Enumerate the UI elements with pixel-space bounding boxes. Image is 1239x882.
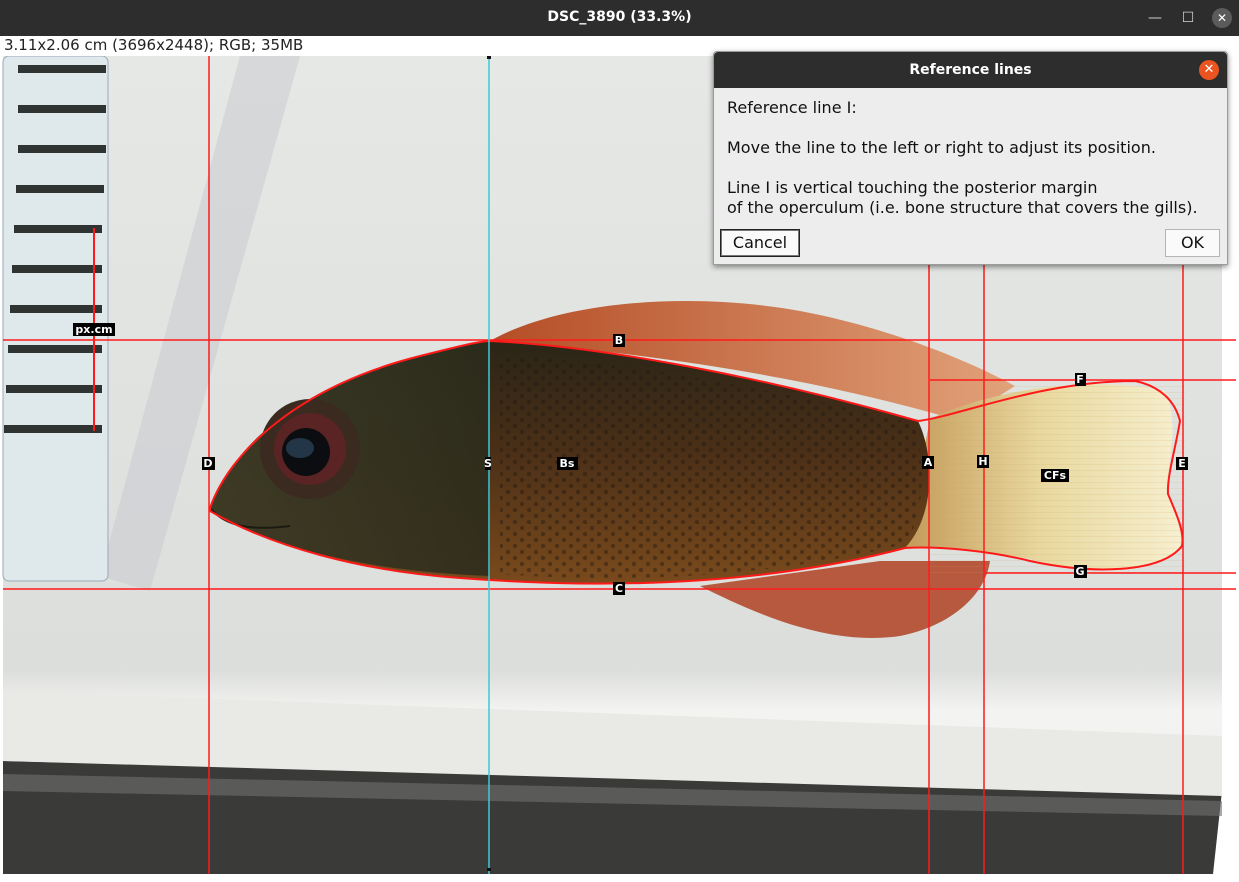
dialog-body: Reference line I: Move the line to the l…	[714, 88, 1227, 218]
dialog-title-bar: Reference lines ✕	[714, 52, 1227, 88]
svg-text:A: A	[924, 456, 933, 469]
landmark-B: B	[613, 334, 625, 347]
svg-text:D: D	[203, 457, 212, 470]
landmark-F: F	[1075, 373, 1086, 386]
svg-text:F: F	[1076, 373, 1084, 386]
svg-text:px.cm: px.cm	[75, 323, 112, 336]
dialog-heading: Reference line I:	[727, 98, 857, 117]
landmark-S: S	[484, 457, 492, 470]
dialog-description-2: of the operculum (i.e. bone structure th…	[727, 198, 1198, 217]
line-I-handle-bottom[interactable]	[487, 868, 491, 871]
dialog-instruction: Move the line to the left or right to ad…	[727, 138, 1156, 157]
minimize-button[interactable]: —	[1145, 8, 1165, 28]
ok-button[interactable]: OK	[1165, 229, 1220, 257]
cancel-button[interactable]: Cancel	[720, 229, 800, 257]
reference-lines-dialog: Reference lines ✕ Reference line I: Move…	[713, 51, 1228, 265]
landmark-Bs: Bs	[557, 457, 578, 470]
line-I-handle-top[interactable]	[487, 56, 491, 59]
landmark-H: H	[977, 455, 989, 468]
dialog-description-1: Line I is vertical touching the posterio…	[727, 178, 1098, 197]
landmark-G: G	[1074, 565, 1087, 578]
svg-text:E: E	[1178, 457, 1186, 470]
landmark-C: C	[613, 582, 625, 595]
dialog-title: Reference lines	[909, 62, 1032, 78]
svg-text:G: G	[1075, 565, 1084, 578]
svg-text:Bs: Bs	[560, 457, 575, 470]
image-info-text: 3.11x2.06 cm (3696x2448); RGB; 35MB	[4, 36, 304, 54]
close-window-button[interactable]: ✕	[1212, 8, 1232, 28]
svg-text:CFs: CFs	[1044, 469, 1067, 482]
landmark-px-cm: px.cm	[73, 323, 115, 336]
window-title: DSC_3890 (33.3%)	[547, 9, 692, 25]
dialog-close-button[interactable]: ✕	[1199, 60, 1219, 80]
svg-text:H: H	[978, 455, 987, 468]
window-title-bar: DSC_3890 (33.3%) — ☐ ✕	[0, 0, 1239, 36]
landmark-CFs: CFs	[1041, 469, 1069, 482]
svg-text:C: C	[615, 582, 623, 595]
landmark-A: A	[922, 456, 934, 469]
eye-highlight	[286, 438, 314, 458]
ruler	[2, 55, 109, 582]
landmark-D: D	[202, 457, 215, 470]
landmark-E: E	[1176, 457, 1188, 470]
svg-text:B: B	[615, 334, 623, 347]
svg-text:S: S	[484, 457, 492, 470]
maximize-button[interactable]: ☐	[1178, 8, 1198, 28]
